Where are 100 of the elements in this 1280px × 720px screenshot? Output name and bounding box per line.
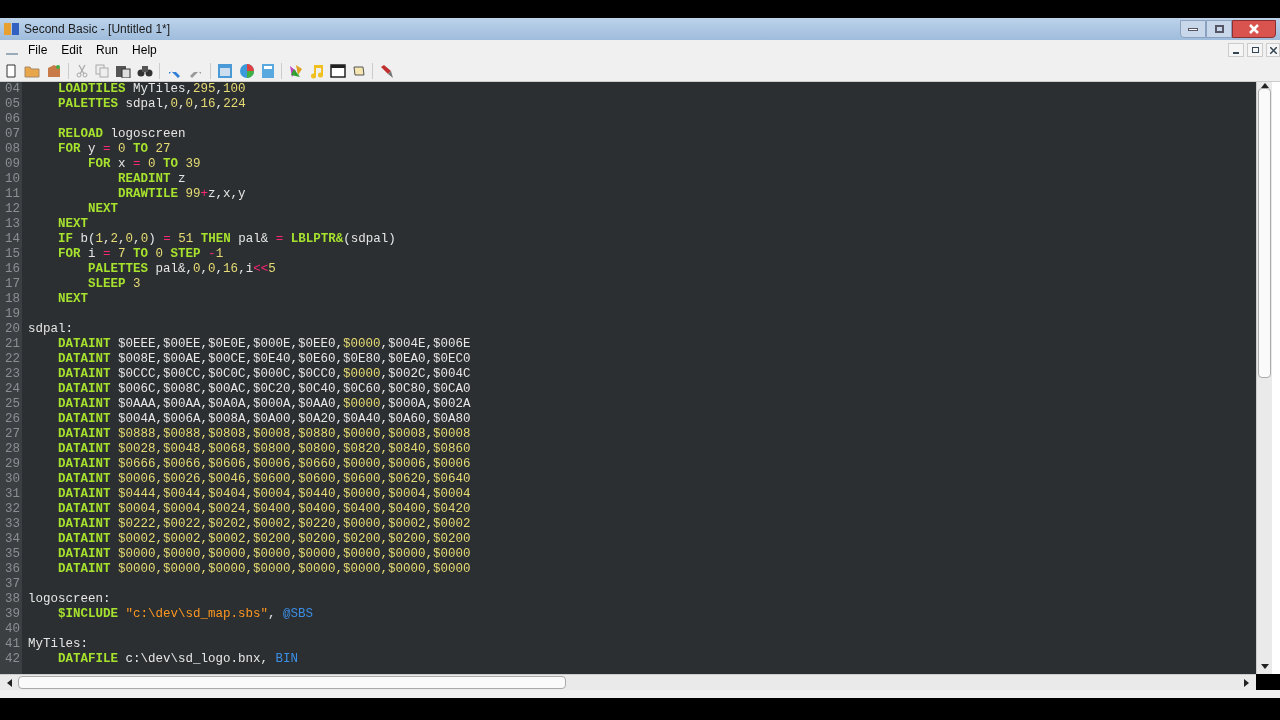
folder-icon[interactable] xyxy=(24,63,40,78)
code-line: DATAINT $0004,$0004,$0024,$0400,$0400,$0400,$0400,$0420 xyxy=(57,502,471,516)
line-number: 09 xyxy=(5,157,20,171)
line-number: 21 xyxy=(5,337,20,351)
line-number: 29 xyxy=(5,457,20,471)
code-line: DATAINT $0444,$0044,$0404,$0004,$0440,$0000,$0004,$0004 xyxy=(57,487,471,501)
minimize-document-button[interactable] xyxy=(1228,43,1244,57)
line-number: 11 xyxy=(5,187,20,201)
window-title: Second Basic - [Untitled 1*] xyxy=(24,21,171,38)
code-line: READINT z xyxy=(117,172,186,186)
code-line: DATAINT $0002,$0002,$0002,$0200,$0200,$0200,$0200,$0200 xyxy=(57,532,471,546)
code-line: NEXT xyxy=(57,292,88,306)
close-icon xyxy=(1269,46,1277,54)
line-number: 31 xyxy=(5,487,20,501)
scroll-left-icon[interactable] xyxy=(6,678,12,687)
tool-icon[interactable] xyxy=(379,62,395,79)
vertical-scrollbar[interactable] xyxy=(1256,82,1272,674)
code-line: RELOAD logoscreen xyxy=(57,127,186,141)
code-line: DATAINT $0888,$0088,$0808,$0008,$0880,$0000,$0008,$0008 xyxy=(57,427,471,441)
line-number: 14 xyxy=(5,232,20,246)
code-line: FOR y = 0 TO 27 xyxy=(57,142,171,156)
line-number: 38 xyxy=(5,592,20,606)
line-number: 17 xyxy=(5,277,20,291)
line-number: 41 xyxy=(5,637,20,651)
line-number: 10 xyxy=(5,172,20,186)
line-number: 23 xyxy=(5,367,20,381)
code-line: NEXT xyxy=(87,202,118,216)
code-line: DATAINT $0EEE,$00EE,$0E0E,$000E,$0EE0,$0000,$004E,$006E xyxy=(57,337,471,351)
scroll-thumb[interactable] xyxy=(1258,88,1271,378)
line-number: 27 xyxy=(5,427,20,441)
line-number: 42 xyxy=(5,652,20,666)
code-line: DATAINT $0CCC,$00CC,$0C0C,$000C,$0CC0,$0000,$002C,$004C xyxy=(57,367,471,381)
code-line: LOADTILES MyTiles,295,100 xyxy=(57,82,246,96)
code-line: DATAINT $0000,$0000,$0000,$0000,$0000,$0000,$0000,$0000 xyxy=(57,547,471,561)
line-number: 33 xyxy=(5,517,20,531)
line-number: 28 xyxy=(5,442,20,456)
window-frame-icon[interactable] xyxy=(330,63,346,78)
code-line: DATAINT $0222,$0022,$0202,$0002,$0220,$0000,$0002,$0002 xyxy=(57,517,471,531)
scroll-right-icon[interactable] xyxy=(1244,678,1250,687)
scroll-icon[interactable] xyxy=(352,63,366,78)
menu-item[interactable]: File xyxy=(28,41,48,59)
line-number: 37 xyxy=(5,577,20,591)
scroll-thumb[interactable] xyxy=(18,676,566,689)
line-number: 25 xyxy=(5,397,20,411)
code-line: logoscreen: xyxy=(28,592,111,606)
line-number: 26 xyxy=(5,412,20,426)
line-number: 39 xyxy=(5,607,20,621)
line-number: 12 xyxy=(5,202,20,216)
scroll-down-icon[interactable] xyxy=(1260,664,1269,670)
line-number: 13 xyxy=(5,217,20,231)
line-number: 18 xyxy=(5,292,20,306)
menu-item[interactable]: Edit xyxy=(61,41,83,59)
code-line: $INCLUDE "c:\dev\sd_map.sbs", @SBS xyxy=(57,607,314,621)
line-number: 16 xyxy=(5,262,20,276)
code-line: DATAINT $006C,$008C,$00AC,$0C20,$0C40,$0C60,$0C80,$0CA0 xyxy=(57,382,471,396)
code-line: DATAINT $0666,$0066,$0606,$0006,$0660,$0000,$0006,$0006 xyxy=(57,457,471,471)
code-line: DATAINT $008E,$00AE,$00CE,$0E40,$0E60,$0E80,$0EA0,$0EC0 xyxy=(57,352,471,366)
line-number: 30 xyxy=(5,472,20,486)
line-number: 20 xyxy=(5,322,20,336)
line-number: 15 xyxy=(5,247,20,261)
horizontal-scrollbar[interactable] xyxy=(0,674,1256,690)
calculator-icon[interactable] xyxy=(261,62,275,79)
pie-chart-icon[interactable] xyxy=(239,62,255,79)
line-number: 04 xyxy=(5,82,20,96)
binoculars-icon[interactable] xyxy=(137,63,153,78)
code-line: SLEEP 3 xyxy=(87,277,141,291)
cut-icon[interactable] xyxy=(75,63,89,78)
line-number: 08 xyxy=(5,142,20,156)
restore-button[interactable] xyxy=(1206,20,1232,38)
code-line: DATAINT $0006,$0026,$0046,$0600,$0600,$0600,$0620,$0640 xyxy=(57,472,471,486)
code-line: PALETTES sdpal,0,0,16,224 xyxy=(57,97,246,111)
code-line: FOR x = 0 TO 39 xyxy=(87,157,201,171)
paste-icon[interactable] xyxy=(115,63,131,78)
save-icon[interactable] xyxy=(46,63,62,78)
code-line: DRAWTILE 99+z,x,y xyxy=(117,187,246,201)
minimize-button[interactable] xyxy=(1180,20,1206,38)
line-number: 05 xyxy=(5,97,20,111)
menu-item[interactable]: Run xyxy=(96,41,119,59)
window-icon[interactable] xyxy=(217,62,233,79)
menu-item[interactable]: Help xyxy=(132,41,157,59)
line-number: 19 xyxy=(5,307,20,321)
code-line: IF b(1,2,0,0) = 51 THEN pal& = LBLPTR&(sdpal) xyxy=(57,232,396,246)
line-number: 07 xyxy=(5,127,20,141)
line-number: 34 xyxy=(5,532,20,546)
line-number: 24 xyxy=(5,382,20,396)
code-line: FOR i = 7 TO 0 STEP -1 xyxy=(57,247,224,261)
code-line: DATAINT $004A,$006A,$008A,$0A00,$0A20,$0A40,$0A60,$0A80 xyxy=(57,412,471,426)
code-line: MyTiles: xyxy=(28,637,88,651)
close-button[interactable] xyxy=(1232,20,1276,38)
close-document-button[interactable] xyxy=(1266,43,1280,57)
restore-document-button[interactable] xyxy=(1247,43,1263,57)
line-number: 22 xyxy=(5,352,20,366)
line-number: 32 xyxy=(5,502,20,516)
app-icon xyxy=(4,22,20,36)
line-number: 36 xyxy=(5,562,20,576)
code-line: DATAINT $0AAA,$00AA,$0A0A,$000A,$0AA0,$0000,$000A,$002A xyxy=(57,397,471,411)
line-number: 40 xyxy=(5,622,20,636)
close-icon xyxy=(1249,24,1259,34)
new-file-icon[interactable] xyxy=(4,63,18,78)
code-line: NEXT xyxy=(57,217,88,231)
